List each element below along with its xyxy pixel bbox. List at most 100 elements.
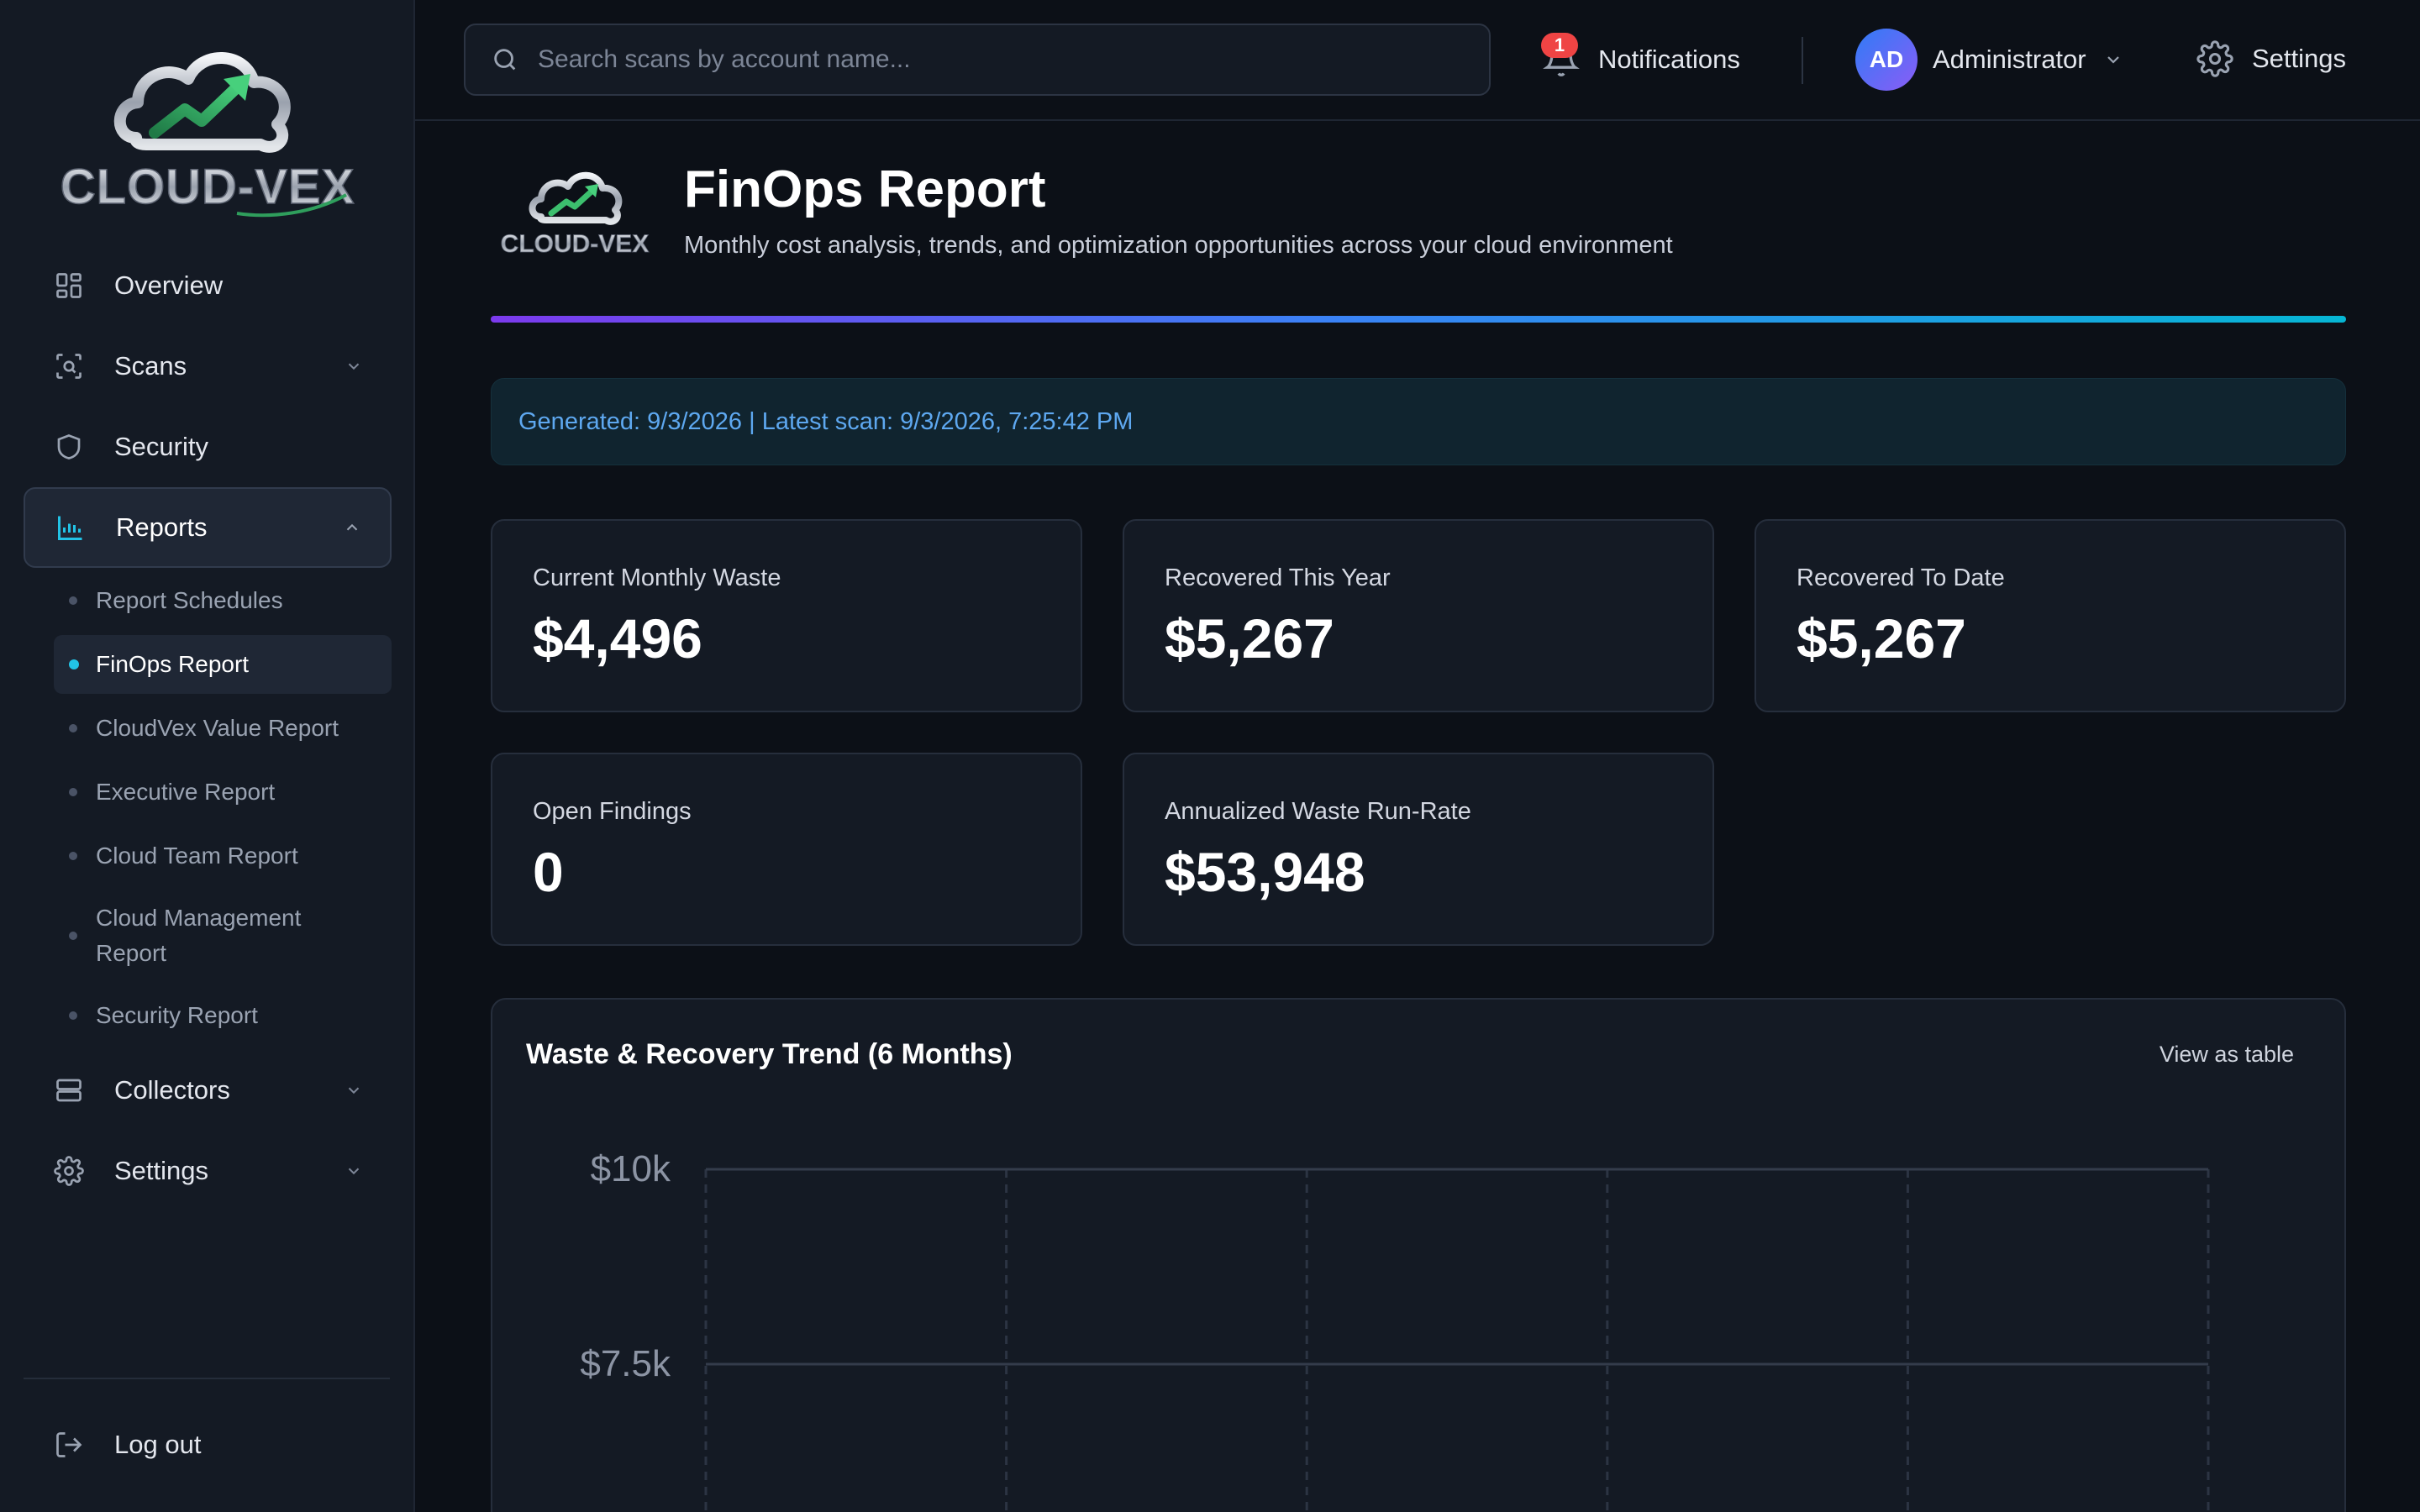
submenu-item-label: Cloud Team Report <box>96 843 298 869</box>
sidebar-item-overview[interactable]: Overview <box>24 245 392 326</box>
bullet-icon <box>69 788 77 796</box>
sidebar-item-label: Collectors <box>114 1075 230 1105</box>
submenu-item-finops-report[interactable]: FinOps Report <box>54 635 392 694</box>
server-icon <box>52 1074 86 1107</box>
settings-button[interactable]: Settings <box>2196 34 2346 84</box>
reports-submenu: Report Schedules FinOps Report CloudVex … <box>24 571 392 1045</box>
y-axis-tick-label: $7.5k <box>580 1343 671 1384</box>
metric-value: $53,948 <box>1165 841 1365 903</box>
page-header: CLOUD-VEX FinOps Report Monthly cost ana… <box>491 121 2346 323</box>
bullet-icon <box>69 852 77 860</box>
submenu-item-cloud-team-report[interactable]: Cloud Team Report <box>54 827 392 885</box>
metric-label: Open Findings <box>533 798 692 825</box>
chevron-down-icon <box>348 363 360 370</box>
gear-icon <box>2196 40 2233 77</box>
chevron-down-icon <box>2107 56 2119 64</box>
submenu-item-report-schedules[interactable]: Report Schedules <box>54 571 392 630</box>
submenu-item-cloudvex-value-report[interactable]: CloudVex Value Report <box>54 699 392 758</box>
metric-label: Recovered This Year <box>1165 564 1391 591</box>
submenu-item-cloud-management-report[interactable]: Cloud Management Report <box>54 890 331 981</box>
metric-card-annualized-waste-run-rate: Annualized Waste Run-Rate $53,948 <box>1123 753 1714 946</box>
submenu-item-security-report[interactable]: Security Report <box>54 986 392 1045</box>
gear-icon <box>52 1154 86 1188</box>
bar-chart-icon <box>54 511 87 544</box>
metric-card-open-findings: Open Findings 0 <box>491 753 1082 946</box>
user-menu[interactable]: AD Administrator <box>1855 29 2123 91</box>
sidebar-item-label: Settings <box>114 1156 209 1185</box>
submenu-item-executive-report[interactable]: Executive Report <box>54 763 392 822</box>
sidebar-item-label: Overview <box>114 270 224 300</box>
metric-value: 0 <box>533 841 564 903</box>
app-window: CLOUD-VEX Overview Scans Security Report… <box>0 0 2420 1512</box>
logo-wordmark: CLOUD-VEX <box>501 230 650 258</box>
metric-value: $5,267 <box>1165 607 1334 669</box>
sidebar-item-label: Scans <box>114 351 187 381</box>
search-icon <box>494 49 516 71</box>
generation-info-banner: Generated: 9/3/2026 | Latest scan: 9/3/2… <box>491 378 2346 465</box>
bell-icon: 1 <box>1541 33 1580 78</box>
metric-value: $5,267 <box>1797 607 1966 669</box>
notification-count-badge: 1 <box>1541 33 1578 58</box>
sidebar-divider <box>24 1378 390 1379</box>
sidebar-nav: Overview Scans Security Reports Report S… <box>24 245 392 1211</box>
search-box[interactable] <box>464 24 1491 96</box>
submenu-item-label: Cloud Management Report <box>96 905 302 966</box>
logo-wordmark: CLOUD-VEX <box>60 160 355 214</box>
metric-value: $4,496 <box>533 607 702 669</box>
main-content: CLOUD-VEX FinOps Report Monthly cost ana… <box>491 121 2346 1512</box>
sidebar-item-settings[interactable]: Settings <box>24 1131 392 1211</box>
bullet-icon <box>69 724 77 732</box>
avatar: AD <box>1855 29 1918 91</box>
trend-chart-card: $10k $7.5k Waste & Recovery Trend (6 Mont… <box>491 998 2346 1512</box>
page-title: FinOps Report <box>684 160 1046 218</box>
submenu-item-label: FinOps Report <box>96 651 250 677</box>
sidebar-item-scans[interactable]: Scans <box>24 326 392 407</box>
accent-gradient-bar <box>491 316 2346 323</box>
bullet-icon <box>69 659 79 669</box>
chevron-up-icon <box>346 523 358 531</box>
logout-icon <box>52 1428 86 1462</box>
top-bar: 1 Notifications AD Administrator Setting… <box>415 0 2420 121</box>
y-axis-tick-label: $10k <box>591 1148 671 1189</box>
view-as-table-link[interactable]: View as table <box>2160 1042 2294 1068</box>
metric-card-recovered-this-year: Recovered This Year $5,267 <box>1123 519 1714 712</box>
metric-label: Annualized Waste Run-Rate <box>1165 798 1471 825</box>
submenu-item-label: Executive Report <box>96 779 276 805</box>
submenu-item-label: Security Report <box>96 1002 258 1028</box>
logout-area: Log out <box>24 1404 392 1485</box>
submenu-item-label: Report Schedules <box>96 587 283 613</box>
sidebar-item-collectors[interactable]: Collectors <box>24 1050 392 1131</box>
generation-info-text: Generated: 9/3/2026 | Latest scan: 9/3/2… <box>518 407 1134 435</box>
submenu-item-label: CloudVex Value Report <box>96 715 339 741</box>
trend-chart: $10k $7.5k <box>580 1148 2210 1512</box>
chevron-down-icon <box>348 1087 360 1095</box>
user-name: Administrator <box>1933 45 2086 74</box>
chevron-down-icon <box>348 1168 360 1175</box>
settings-label: Settings <box>2252 44 2347 73</box>
scan-icon <box>52 349 86 383</box>
notifications-label: Notifications <box>1598 45 1740 74</box>
topbar-divider <box>1802 37 1803 84</box>
logout-label: Log out <box>114 1430 202 1459</box>
logout-button[interactable]: Log out <box>24 1404 392 1485</box>
search-input[interactable] <box>538 45 1462 74</box>
metric-label: Current Monthly Waste <box>533 564 781 591</box>
sidebar-item-label: Reports <box>116 512 208 542</box>
bullet-icon <box>69 596 77 605</box>
sidebar-item-label: Security <box>114 432 208 461</box>
sidebar-item-reports[interactable]: Reports <box>24 487 392 568</box>
bullet-icon <box>69 1011 77 1020</box>
notifications-button[interactable]: 1 Notifications <box>1541 33 1740 86</box>
metric-card-current-monthly-waste: Current Monthly Waste $4,496 <box>491 519 1082 712</box>
bullet-icon <box>69 932 77 940</box>
shield-icon <box>52 430 86 464</box>
cloud-vex-logo[interactable]: CLOUD-VEX <box>44 27 371 220</box>
grid-icon <box>52 269 86 302</box>
sidebar: CLOUD-VEX Overview Scans Security Report… <box>0 0 415 1512</box>
page-subtitle: Monthly cost analysis, trends, and optim… <box>684 232 1673 259</box>
chart-title: Waste & Recovery Trend (6 Months) <box>526 1038 1013 1070</box>
report-logo: CLOUD-VEX <box>491 158 659 259</box>
sidebar-item-security[interactable]: Security <box>24 407 392 487</box>
metric-card-recovered-to-date: Recovered To Date $5,267 <box>1754 519 2346 712</box>
metric-label: Recovered To Date <box>1797 564 2005 591</box>
